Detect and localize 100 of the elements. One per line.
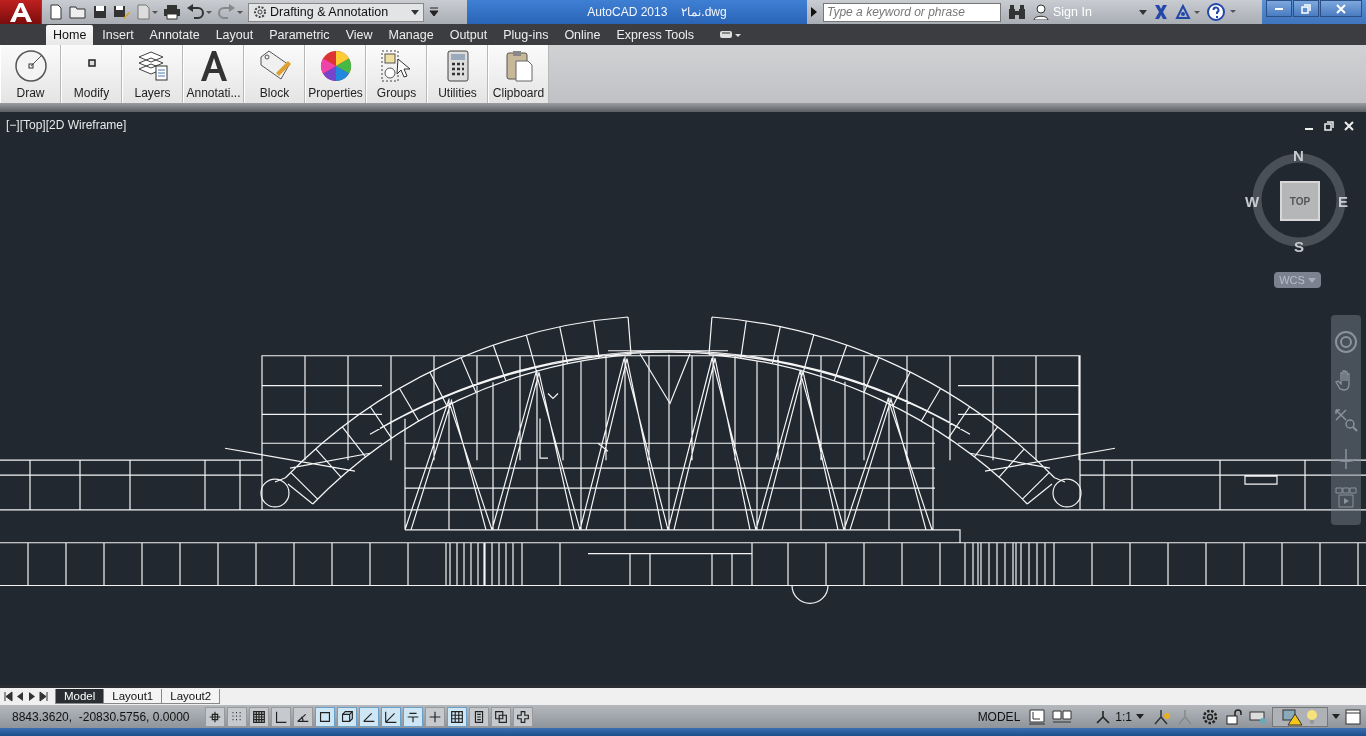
two-panes-icon[interactable] [1051,707,1074,726]
status-toggle-button[interactable] [447,706,467,727]
annotation-scale-icon [1095,709,1112,724]
restore-button[interactable] [1293,0,1319,17]
help-icon[interactable] [1207,3,1237,21]
minimize-icon [1275,7,1283,10]
customize-arrow-icon[interactable] [429,7,439,17]
layout-view-icon[interactable] [1027,707,1048,726]
ribbon-tab[interactable]: Home [46,25,94,45]
ribbon-tab[interactable]: Layout [208,25,261,45]
status-toggle-button[interactable] [491,706,511,727]
close-button[interactable] [1320,0,1362,17]
ribbon-tab[interactable]: Annotate [142,25,207,45]
gear-icon [253,5,267,19]
print-icon[interactable] [163,4,181,20]
close-icon [1336,3,1346,14]
ribbon-tab[interactable]: Parametric [262,25,337,45]
viewport-controls-label[interactable]: [−][Top][2D Wireframe] [6,118,127,132]
status-toggle-button[interactable] [205,706,225,727]
previous-tab-icon[interactable] [15,691,25,702]
ribbon-tab[interactable]: Plug-ins [496,25,556,45]
ribbon-panel-button[interactable]: Utilities [427,45,488,103]
layout-tab[interactable]: Layout1 [103,689,163,704]
document-icon[interactable] [136,4,158,20]
ribbon-panel-button[interactable]: Layers [122,45,183,103]
ribbon-tab[interactable]: View [338,25,380,45]
compass-north-label[interactable]: N [1293,148,1304,163]
showmotion-icon[interactable] [1334,486,1358,510]
ribbon-panel-button[interactable]: Modify [61,45,122,103]
compass-east-label[interactable]: E [1338,194,1348,209]
status-toggle-button[interactable] [403,706,423,727]
status-toggle-button[interactable] [227,706,247,727]
status-toggle-button[interactable] [381,706,401,727]
save-as-icon[interactable] [113,4,131,20]
next-tab-icon[interactable] [27,691,37,702]
user-icon [1033,4,1049,20]
last-tab-icon[interactable] [39,691,49,702]
status-toggle-button[interactable] [249,706,269,727]
coordinates-readout: 8843.3620, -20830.5756, 0.0000 [11,709,191,724]
app-title: AutoCAD 2013 [587,5,668,19]
minimize-button[interactable] [1266,0,1292,17]
file-name: نما۲.dwg [681,5,727,19]
application-menu-button[interactable] [0,0,42,24]
model-space-button[interactable]: MODEL [974,709,1024,724]
ribbon-panel-button[interactable]: Block [244,45,305,103]
ribbon-panel-button[interactable]: Draw [0,45,61,103]
zoom-icon[interactable] [1334,408,1358,432]
status-toggle-button[interactable] [513,706,533,727]
clean-screen-icon[interactable] [1344,707,1362,726]
status-toggle-button[interactable] [293,706,313,727]
ribbon-panel-button[interactable]: Annotati... [183,45,244,103]
close-icon[interactable] [1344,121,1354,131]
status-toggle-button[interactable] [337,706,357,727]
ribbon-panel-button[interactable]: Properties [305,45,366,103]
orbit-icon[interactable] [1334,447,1358,471]
triangle-network-icon[interactable] [1175,4,1201,20]
status-toggle-button[interactable] [425,706,445,727]
ribbon-tab[interactable]: Express Tools [609,25,702,45]
minimize-ribbon-icon[interactable] [719,30,742,40]
status-toggle-button[interactable] [315,706,335,727]
warning-icon[interactable] [1281,707,1303,726]
status-toggle-button[interactable] [469,706,489,727]
status-toggle-button[interactable] [271,706,291,727]
dropdown-arrow-icon[interactable] [1139,9,1147,15]
color-wheel-icon [318,49,353,83]
ribbon-tab[interactable]: Output [442,25,495,45]
cross-icon [515,708,531,725]
new-file-icon[interactable] [48,4,64,20]
undo-icon[interactable] [186,4,212,20]
workspace-dropdown[interactable]: Drafting & Annotation [248,2,424,22]
padlock-icon[interactable] [1224,707,1244,726]
status-toggle-button[interactable] [359,706,379,727]
compass-west-label[interactable]: W [1245,194,1260,209]
overlap-squares-icon [493,708,509,725]
restore-icon [1301,3,1311,14]
compass-south-label[interactable]: S [1294,239,1304,254]
gear-icon[interactable] [1200,707,1220,726]
binoculars-icon[interactable] [1007,4,1027,20]
first-tab-icon[interactable] [3,691,13,702]
caret-icon [1307,277,1316,283]
grid-icon [251,708,267,725]
search-field[interactable]: Type a keyword or phrase [823,2,1001,22]
ribbon-panel-button[interactable]: Groups [366,45,427,103]
ribbon-tab[interactable]: Online [557,25,608,45]
open-folder-icon[interactable] [69,4,87,20]
save-icon[interactable] [92,4,108,20]
dropdown-arrow-icon[interactable] [1332,714,1340,719]
light-bulb-icon[interactable] [1305,707,1319,726]
expand-arrow-icon[interactable] [811,7,817,17]
ribbon-panel-button[interactable]: Clipboard [488,45,549,103]
steering-wheel-icon[interactable] [1334,330,1358,354]
view-cube-face[interactable]: TOP [1280,181,1320,221]
annotation-scale-dropdown[interactable]: 1:1 [1091,709,1148,724]
ribbon-tab[interactable]: Insert [95,25,141,45]
restore-icon[interactable] [1324,121,1334,131]
layout-tab[interactable]: Layout2 [161,689,221,704]
annotation-visibility-icon[interactable] [1152,707,1172,726]
model-tab[interactable]: Model [55,689,105,704]
ribbon-tab[interactable]: Manage [381,25,441,45]
x-logo-icon[interactable] [1153,4,1169,20]
